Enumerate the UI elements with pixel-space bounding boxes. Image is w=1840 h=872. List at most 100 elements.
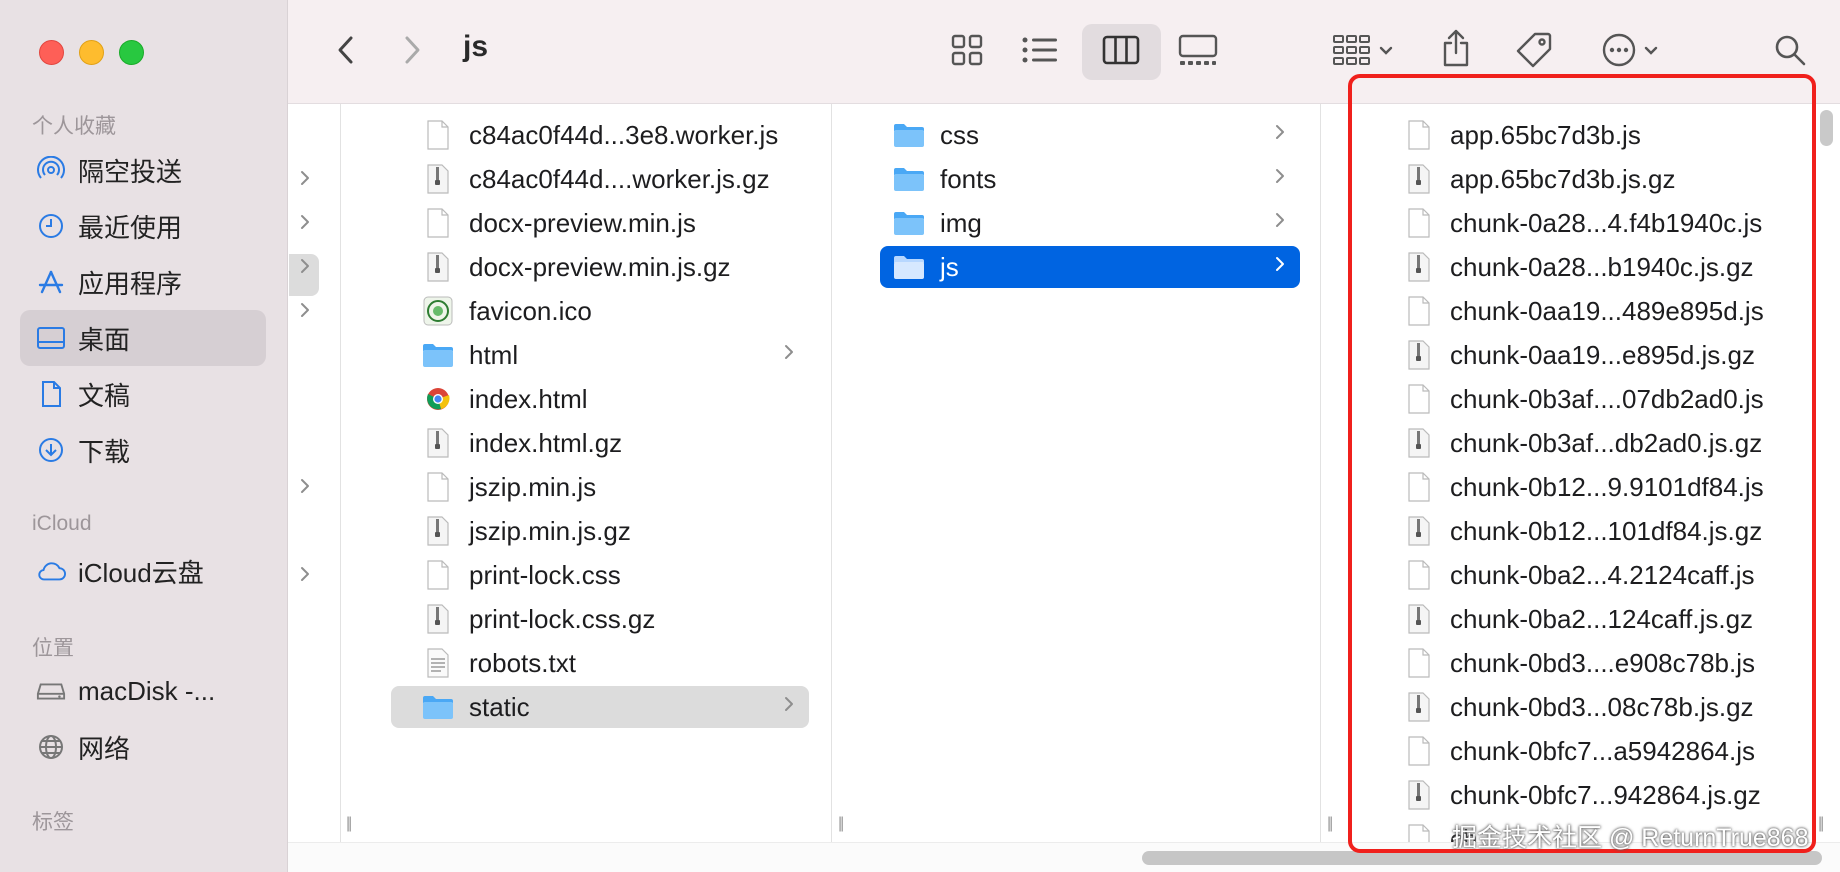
file-row-app-65bc7d3b-js[interactable]: app.65bc7d3b.js — [1370, 114, 1800, 156]
chevron-right-icon — [1274, 254, 1286, 279]
file-row-chunk-0b3af-db2ad0-js-gz[interactable]: chunk-0b3af...db2ad0.js.gz — [1370, 422, 1800, 464]
forward-button[interactable] — [398, 32, 428, 72]
item-name: chunk-0bfc7...a5942864.js — [1450, 735, 1755, 766]
file-row-c84ac0f44d-worker-js-gz[interactable]: c84ac0f44d....worker.js.gz — [391, 158, 809, 200]
file-row-chunk-0a28-4-f4b1940c-js[interactable]: chunk-0a28...4.f4b1940c.js — [1370, 202, 1800, 244]
chevron-right-icon[interactable] — [299, 256, 311, 281]
folder-row-js[interactable]: js — [880, 246, 1300, 288]
folder-icon — [892, 250, 926, 284]
column-resize-handle[interactable]: || — [346, 815, 352, 833]
chevron-right-icon[interactable] — [299, 168, 311, 193]
sidebar-item-macdisk[interactable]: macDisk -... — [20, 663, 266, 719]
sidebar-item-recents[interactable]: 最近使用 — [20, 198, 266, 254]
column-resize-handle[interactable]: || — [1818, 815, 1824, 833]
file-row-index-html[interactable]: index.html — [391, 378, 809, 420]
search-button[interactable] — [1768, 30, 1812, 74]
group-icon — [1333, 34, 1371, 71]
watermark-text: 掘金技术社区 @ ReturnTrue868 — [1452, 824, 1809, 852]
sidebar-item-icloud-drive[interactable]: iCloud云盘 — [20, 543, 266, 599]
sidebar-section-tags: 标签 — [32, 811, 74, 834]
back-button[interactable] — [330, 32, 360, 72]
column-resize-handle[interactable]: || — [1327, 815, 1333, 833]
file-row-chunk-0b12-101df84-js-gz[interactable]: chunk-0b12...101df84.js.gz — [1370, 510, 1800, 552]
forward-icon — [404, 35, 422, 70]
sidebar-item-applications[interactable]: 应用程序 — [20, 254, 266, 310]
sidebar-item-documents[interactable]: 文稿 — [20, 366, 266, 422]
item-name: robots.txt — [469, 647, 576, 678]
chevron-right-icon — [1274, 122, 1286, 147]
file-row-chunk-0bfc7-942864-js-gz[interactable]: chunk-0bfc7...942864.js.gz — [1370, 774, 1800, 816]
file-icon — [1402, 470, 1436, 504]
sidebar-item-label: 最近使用 — [78, 212, 183, 243]
column-resize-handle[interactable]: || — [838, 815, 844, 833]
chevron-right-icon[interactable] — [299, 300, 311, 325]
group-button[interactable] — [1326, 30, 1400, 74]
file-icon — [1402, 558, 1436, 592]
folder-row-html[interactable]: html — [391, 334, 809, 376]
file-row-chunk-0bfc7-a5942864-js[interactable]: chunk-0bfc7...a5942864.js — [1370, 730, 1800, 772]
file-icon — [421, 206, 455, 240]
file-row-print-lock-css-gz[interactable]: print-lock.css.gz — [391, 598, 809, 640]
gallery-view-button[interactable] — [1174, 30, 1222, 74]
share-button[interactable] — [1434, 24, 1478, 76]
zoom-button[interactable] — [119, 40, 144, 65]
column-1 — [289, 104, 340, 842]
chevron-right-icon[interactable] — [299, 564, 311, 589]
folder-row-img[interactable]: img — [880, 202, 1300, 244]
file-row-print-lock-css[interactable]: print-lock.css — [391, 554, 809, 596]
file-row-chunk-0b3af-07db2ad0-js[interactable]: chunk-0b3af....07db2ad0.js — [1370, 378, 1800, 420]
vertical-scrollbar[interactable] — [1820, 110, 1833, 146]
sidebar-item-downloads[interactable]: 下载 — [20, 422, 266, 478]
close-button[interactable] — [39, 40, 64, 65]
file-row-chunk-0bd3-e908c78b-js[interactable]: chunk-0bd3....e908c78b.js — [1370, 642, 1800, 684]
icon-view-button[interactable] — [945, 30, 989, 74]
file-row-index-html-gz[interactable]: index.html.gz — [391, 422, 809, 464]
sidebar-item-label: 桌面 — [78, 324, 131, 355]
file-row-docx-preview-min-js-gz[interactable]: docx-preview.min.js.gz — [391, 246, 809, 288]
item-name: chunk-0a28...b1940c.js.gz — [1450, 251, 1754, 282]
sidebar-item-airdrop[interactable]: 隔空投送 — [20, 142, 266, 198]
folder-icon — [892, 162, 926, 196]
airdrop-icon — [36, 155, 66, 185]
item-name: chunk-0b3af...db2ad0.js.gz — [1450, 427, 1763, 458]
file-row-chunk-0ba2-124caff-js-gz[interactable]: chunk-0ba2...124caff.js.gz — [1370, 598, 1800, 640]
sidebar-item-desktop[interactable]: 桌面 — [20, 310, 266, 366]
gallery-view-icon — [1178, 34, 1218, 71]
column-view-icon — [1102, 35, 1140, 70]
sidebar-item-label: iCloud云盘 — [78, 557, 204, 588]
item-name: chunk-0a28...4.f4b1940c.js — [1450, 207, 1763, 238]
archive-file-icon — [1402, 426, 1436, 460]
file-row-robots-txt[interactable]: robots.txt — [391, 642, 809, 684]
file-row-chunk-0ba2-4-2124caff-js[interactable]: chunk-0ba2...4.2124caff.js — [1370, 554, 1800, 596]
item-name: js — [940, 251, 959, 282]
chevron-right-icon[interactable] — [299, 212, 311, 237]
file-row-jszip-min-js-gz[interactable]: jszip.min.js.gz — [391, 510, 809, 552]
file-row-c84ac0f44d-3e8-worker-js[interactable]: c84ac0f44d...3e8.worker.js — [391, 114, 809, 156]
folder-row-static[interactable]: static — [391, 686, 809, 728]
file-row-favicon-ico[interactable]: favicon.ico — [391, 290, 809, 332]
list-view-button[interactable] — [1018, 30, 1062, 74]
file-row-docx-preview-min-js[interactable]: docx-preview.min.js — [391, 202, 809, 244]
chevron-right-icon[interactable] — [299, 476, 311, 501]
share-icon — [1441, 28, 1471, 73]
tag-button[interactable] — [1510, 28, 1558, 76]
file-icon — [1402, 118, 1436, 152]
item-name: fonts — [940, 163, 997, 194]
file-row-chunk-0b12-9-9101df84-js[interactable]: chunk-0b12...9.9101df84.js — [1370, 466, 1800, 508]
column-view-button[interactable] — [1099, 30, 1143, 74]
file-row-chunk-0aa19-e895d-js-gz[interactable]: chunk-0aa19...e895d.js.gz — [1370, 334, 1800, 376]
file-row-chunk-0bd3-08c78b-js-gz[interactable]: chunk-0bd3...08c78b.js.gz — [1370, 686, 1800, 728]
minimize-button[interactable] — [79, 40, 104, 65]
file-row-jszip-min-js[interactable]: jszip.min.js — [391, 466, 809, 508]
archive-file-icon — [1402, 690, 1436, 724]
sidebar-section-favorites: 个人收藏 — [32, 115, 116, 138]
file-row-chunk-0aa19-489e895d-js[interactable]: chunk-0aa19...489e895d.js — [1370, 290, 1800, 332]
folder-row-css[interactable]: css — [880, 114, 1300, 156]
file-row-chunk-0a28-b1940c-js-gz[interactable]: chunk-0a28...b1940c.js.gz — [1370, 246, 1800, 288]
sidebar-item-label: 文稿 — [78, 380, 131, 411]
text-file-icon — [421, 646, 455, 680]
more-actions-button[interactable] — [1592, 30, 1668, 74]
folder-row-fonts[interactable]: fonts — [880, 158, 1300, 200]
file-row-app-65bc7d3b-js-gz[interactable]: app.65bc7d3b.js.gz — [1370, 158, 1800, 200]
sidebar-item-network[interactable]: 网络 — [20, 719, 266, 775]
